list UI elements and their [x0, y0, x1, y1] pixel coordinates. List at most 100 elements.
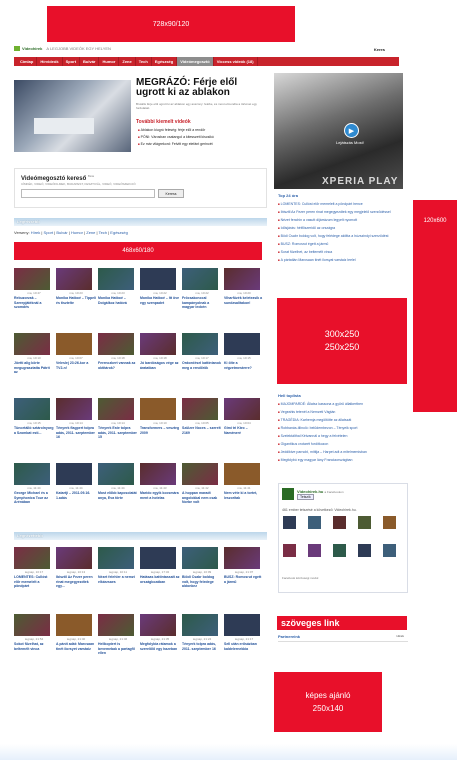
video-caption[interactable]: Hatásas kattintassalt az országkozában [140, 575, 180, 589]
video-thumbnail-image[interactable] [224, 333, 260, 355]
more-featured-item[interactable]: PÓNI: Városban csatangol a kitesszett ki… [138, 134, 214, 141]
video-thumbnail-image[interactable] [98, 268, 134, 290]
video-caption[interactable]: Biödi Csabr boldog volt, hogy feledege a… [182, 575, 222, 589]
video-thumbnail-image[interactable] [14, 333, 50, 355]
video-thumb[interactable]: ma, 11:41 Nem véte ki a tortet, leszorita… [224, 463, 264, 505]
nav-item-sport[interactable]: Sport [63, 57, 81, 66]
nav-item-home[interactable]: Címlap [17, 57, 38, 66]
fb-fan-avatar[interactable] [358, 544, 371, 557]
video-thumbnail-image[interactable] [14, 614, 50, 636]
video-thumbnail-image[interactable] [56, 463, 92, 485]
video-thumb[interactable]: ma, 10:10 Transformers – veszteg 2009 [140, 398, 180, 440]
video-thumb[interactable]: ma, 11:44 Most előbb kapcsolatát anya, Ev… [98, 463, 138, 505]
top24-item[interactable]: BUSZ: Romcsrut égett a jármű [278, 240, 410, 248]
hot-item[interactable]: Vegeahis tetenél a Nemzeti Vágtán [278, 408, 410, 416]
video-thumb[interactable]: ma, 10:15 Ki ölte a végzetmesterre? [224, 333, 264, 375]
video-thumbnail-image[interactable] [224, 547, 260, 569]
video-thumb[interactable]: ma, 10:15 Tüncetálló sztárolnyorg a Szomb… [14, 398, 54, 440]
video-thumb[interactable]: ma, 10:18 Ferenczkert vannak az oktitárok… [98, 333, 138, 375]
video-thumbnail-image[interactable] [98, 398, 134, 420]
video-caption[interactable]: Ibisztil Az Fezer peren rinat megegyezdt… [56, 575, 96, 589]
nav-item-health[interactable]: Egészség [152, 57, 178, 66]
video-thumbnail-image[interactable] [224, 268, 260, 290]
video-caption[interactable]: Veleslej 23:26-kor a TV2-n! [56, 361, 96, 375]
play-icon[interactable]: ▶ [344, 123, 359, 138]
fb-fan-avatar[interactable] [333, 516, 346, 529]
nav-item-news[interactable]: Hírvideók [37, 57, 63, 66]
filter-tech[interactable]: Tech [99, 230, 107, 235]
video-thumbnail-image[interactable] [98, 614, 134, 636]
video-thumbnail-image[interactable] [182, 268, 218, 290]
video-thumbnail-image[interactable] [140, 547, 176, 569]
video-thumbnail-image[interactable] [56, 614, 92, 636]
video-caption[interactable]: Rebuzorzak – Szerepjátéknál a szomdés [14, 296, 54, 310]
video-thumbnail-image[interactable] [14, 398, 50, 420]
filter-humor[interactable]: Humor [71, 230, 83, 235]
top24-item[interactable]: A pártatlán Marcsaan tinét ilorsyat vars… [278, 256, 410, 264]
video-player[interactable]: ▶ Lejátszás Most! XPERIA PLAY [274, 73, 403, 189]
ad-box-300x250[interactable]: 300x250 250x250 [277, 298, 407, 384]
ad-image-recommendation[interactable]: képes ajánló 250x140 [274, 672, 382, 732]
video-caption[interactable]: Nézet felehler a nemzt elkárzsaes [98, 575, 138, 589]
video-caption[interactable]: Gimi tri Ktec – Naméneré [224, 426, 264, 440]
video-thumb[interactable]: tegnap, 17:32 Hatásas kattintassalt az or… [140, 547, 180, 589]
video-thumbnail-image[interactable] [140, 614, 176, 636]
nav-item-tabloid[interactable]: Bulvár [80, 57, 100, 66]
hot-item[interactable]: Megfolybó egy magyar lány Franciaországb… [278, 456, 410, 464]
ad-skyscraper[interactable]: 120x600 [413, 200, 457, 412]
video-thumb[interactable]: ma, 10:22 Monika Hatboé – Itt öve egy sze… [140, 268, 180, 310]
video-thumb[interactable]: tegnap, 10:09 Biödi Csabr boldog volt, ho… [182, 547, 222, 589]
video-thumbnail-image[interactable] [14, 463, 50, 485]
video-caption[interactable]: Tüncetálló sztárolnyorg a Szombat esti..… [14, 426, 54, 440]
video-thumb[interactable]: ma, 10:10 Jöetti alig körte megugrasztatt… [14, 333, 54, 375]
fb-fan-avatar[interactable] [358, 516, 371, 529]
more-featured-item[interactable]: Ez már világrekord: Felvitt egy elefánt … [138, 141, 214, 148]
nav-item-funny[interactable]: Viccess videók (18) [214, 57, 258, 66]
video-caption[interactable]: Transformers – veszteg 2009 [140, 426, 180, 440]
video-thumb[interactable]: ma, 10:14 Tényerk flagpert tolpra adás, 2… [56, 398, 96, 440]
ad-banner-top[interactable]: 728x90/120 [47, 6, 295, 42]
fb-fan-avatar[interactable] [283, 544, 296, 557]
video-caption[interactable]: A hoppan maradt angolokkal nem csak Norb… [182, 491, 222, 505]
video-thumbnail-image[interactable] [182, 614, 218, 636]
hot-item[interactable]: Szelektálthal Kétvannál a hegy a felvéte… [278, 432, 410, 440]
video-caption[interactable]: Ferenczkert vannak az oktitárok? [98, 361, 138, 375]
video-thumb[interactable]: ma, 10:22 Fröcsakonccal kampányolnak a ma… [182, 268, 222, 310]
top24-item[interactable]: Bödi Csabr boldog volt, hogy felédege al… [278, 232, 410, 240]
filter-tabloid[interactable]: Bulvár [56, 230, 67, 235]
partners-more-link[interactable]: Hírek [396, 634, 404, 638]
search-input[interactable] [21, 189, 155, 198]
video-thumbnail-image[interactable] [182, 547, 218, 569]
video-thumb[interactable]: ma, 11:43 Marido egyik kocsmára ment a ho… [140, 463, 180, 505]
video-thumbnail-image[interactable] [224, 463, 260, 485]
video-caption[interactable]: Fröcsakonccal kampányolnak a magyar lecb… [182, 296, 222, 310]
video-thumbnail-image[interactable] [98, 463, 134, 485]
video-caption[interactable]: Tényerk Este tolpra adás, 2011. szeptemb… [98, 426, 138, 440]
fb-fan-avatar[interactable] [333, 544, 346, 557]
video-thumb[interactable]: tegnap, 10:13 Ibisztil Az Fezer peren rin… [56, 547, 96, 589]
video-thumbnail-image[interactable] [140, 333, 176, 355]
video-caption[interactable]: Jöetti alig körte megugrasztatta Pátrit … [14, 361, 54, 375]
filter-music[interactable]: Zene [86, 230, 95, 235]
video-thumb[interactable]: ma, 10:17 Ordoedésel kattintanok meg a re… [182, 333, 222, 375]
video-thumbnail-image[interactable] [56, 547, 92, 569]
video-caption[interactable]: Monika Hatboé – Itt öve egy szenpadet [140, 296, 180, 310]
nav-item-humor[interactable]: Humor [99, 57, 120, 66]
fb-fan-avatar[interactable] [383, 544, 396, 557]
fb-like-button[interactable]: Tetszik [297, 494, 314, 500]
video-thumbnail-image[interactable] [98, 547, 134, 569]
video-caption[interactable]: Sokot fűzelhat, az beltemélt vinca [14, 642, 54, 656]
video-thumbnail-image[interactable] [56, 398, 92, 420]
video-caption[interactable]: BUSZ: Romcsrut egett a jármű [224, 575, 264, 589]
top24-item[interactable]: Nézet fenchin a vasutt dijárrázum legyel… [278, 216, 410, 224]
video-thumbnail-image[interactable] [182, 463, 218, 485]
video-thumbnail-image[interactable] [56, 268, 92, 290]
video-caption[interactable]: Helikoptert is bevemebak a partagfil ell… [98, 642, 138, 656]
ad-banner-468[interactable]: 468x60/180 [14, 242, 262, 260]
video-thumb[interactable]: tegnap, 10:17 LÖMENTES: Cullóst előr meme… [14, 547, 54, 589]
video-caption[interactable]: Marido egyik kocsmára ment a hotelas [140, 491, 180, 505]
top24-item[interactable]: LOMENTES: Cullóst előr memelelt a pöndpá… [278, 200, 410, 208]
video-thumb[interactable]: tegnap, 21:40 A pánit adát: Marcsaan tiné… [56, 614, 96, 656]
video-thumb[interactable]: ma, 11:44 Katartji – 2011.09.16. 1.adás [56, 463, 96, 505]
play-label[interactable]: Lejátszás Most! [336, 140, 364, 145]
